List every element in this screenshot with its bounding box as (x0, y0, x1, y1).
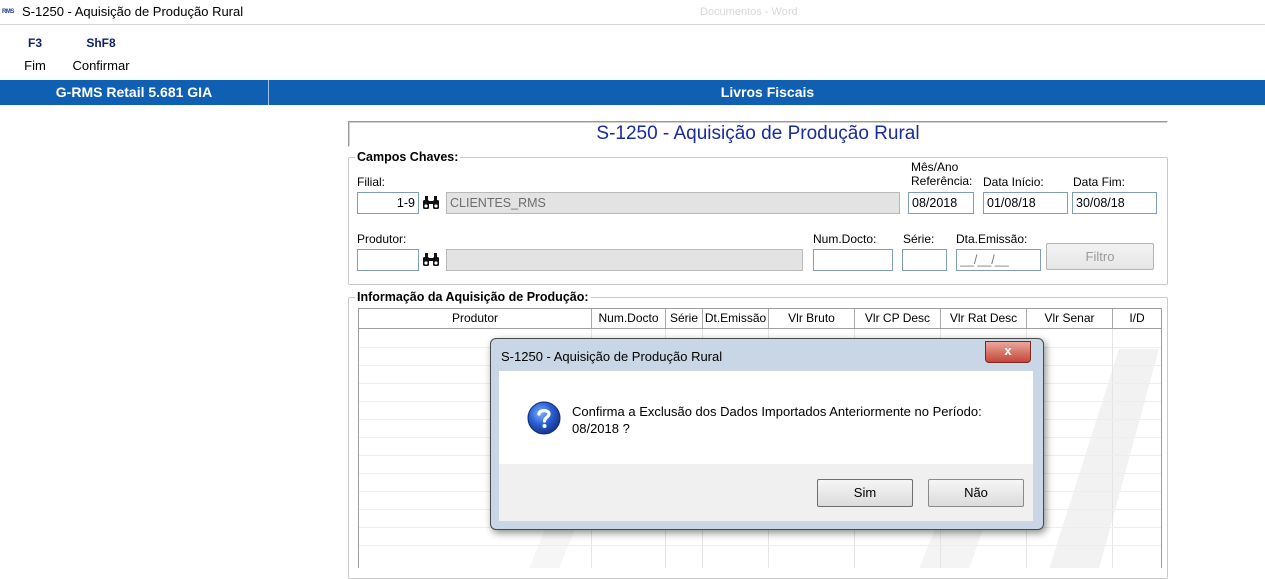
sim-button[interactable]: Sim (817, 479, 913, 507)
app-logo-icon: RMS (2, 9, 14, 15)
confirmar-key: ShF8 (86, 36, 116, 50)
grid-header: Produtor Num.Docto Série Dt.Emissão Vlr … (359, 309, 1161, 329)
binoculars-icon (423, 253, 439, 266)
module-name: Livros Fiscais (720, 84, 815, 100)
filtro-button[interactable]: Filtro (1046, 243, 1154, 270)
col-vlr-cp-desc[interactable]: Vlr CP Desc (855, 309, 941, 328)
informacao-label: Informação da Aquisição de Produção: (355, 290, 591, 304)
filial-input[interactable]: 1-9 (357, 192, 419, 214)
num-docto-input[interactable] (813, 249, 893, 271)
confirmar-button[interactable]: ShF8 Confirmar (66, 36, 136, 73)
mes-ano-input[interactable]: 08/2018 (908, 192, 974, 214)
form-title: S-1250 - Aquisição de Produção Rural (348, 121, 1168, 147)
col-num-docto[interactable]: Num.Docto (592, 309, 666, 328)
filial-search-button[interactable] (420, 193, 442, 213)
col-dt-emissao[interactable]: Dt.Emissão (703, 309, 769, 328)
col-vlr-rat-desc[interactable]: Vlr Rat Desc (941, 309, 1027, 328)
mes-ano-label-line1: Mês/Ano (911, 160, 959, 174)
dta-emissao-input[interactable]: __/__/__ (956, 249, 1041, 271)
serie-label: Série: (903, 232, 935, 246)
serie-input[interactable] (902, 249, 947, 271)
grid-row-line (359, 545, 1161, 546)
col-id[interactable]: I/D (1113, 309, 1161, 328)
fim-key: F3 (27, 36, 42, 50)
binoculars-icon (423, 196, 439, 209)
window-title: S-1250 - Aquisição de Produção Rural (22, 4, 244, 19)
dialog-footer: Sim Não (499, 464, 1033, 521)
data-fim-label: Data Fim: (1073, 175, 1126, 189)
col-vlr-senar[interactable]: Vlr Senar (1027, 309, 1113, 328)
fim-label: Fim (24, 58, 46, 73)
nao-button[interactable]: Não (928, 479, 1024, 507)
dialog-message: Confirma a Exclusão dos Dados Importados… (572, 403, 1012, 437)
produtor-input[interactable] (357, 249, 419, 271)
question-icon (527, 401, 561, 435)
dialog-close-button[interactable]: x (985, 341, 1031, 363)
produtor-search-button[interactable] (420, 250, 442, 270)
produtor-label: Produtor: (357, 232, 407, 246)
dialog-message-line2: 08/2018 ? (572, 421, 630, 436)
col-produtor[interactable]: Produtor (359, 309, 592, 328)
background-window-title: Documentos - Word (700, 6, 798, 18)
data-fim-input[interactable]: 30/08/18 (1072, 192, 1157, 214)
header-bar: G-RMS Retail 5.681 GIA Livros Fiscais (0, 80, 1265, 105)
dialog-title: S-1250 - Aquisição de Produção Rural (501, 349, 723, 364)
dialog-body: Confirma a Exclusão dos Dados Importados… (499, 371, 1033, 464)
close-icon: x (1004, 343, 1012, 358)
confirm-dialog: S-1250 - Aquisição de Produção Rural x C… (490, 338, 1044, 530)
confirmar-label: Confirmar (72, 58, 130, 73)
filial-label: Filial: (357, 175, 386, 189)
col-serie[interactable]: Série (666, 309, 703, 328)
data-inicio-input[interactable]: 01/08/18 (983, 192, 1068, 214)
mes-ano-label-line2: Referência: (911, 174, 973, 188)
filial-name-field: CLIENTES_RMS (446, 192, 900, 214)
dta-emissao-label: Dta.Emissão: (956, 232, 1028, 246)
num-docto-label: Num.Docto: (813, 232, 877, 246)
campos-chaves-label: Campos Chaves: (355, 150, 461, 164)
mes-ano-label: Mês/Ano Referência: (911, 160, 972, 188)
produtor-name-field (446, 249, 803, 271)
col-vlr-bruto[interactable]: Vlr Bruto (769, 309, 855, 328)
system-name: G-RMS Retail 5.681 GIA (0, 80, 269, 105)
window-titlebar: RMS S-1250 - Aquisição de Produção Rural… (0, 0, 1265, 25)
data-inicio-label: Data Início: (983, 175, 1044, 189)
fim-button[interactable]: F3 Fim (0, 36, 70, 73)
dialog-message-line1: Confirma a Exclusão dos Dados Importados… (572, 404, 982, 419)
